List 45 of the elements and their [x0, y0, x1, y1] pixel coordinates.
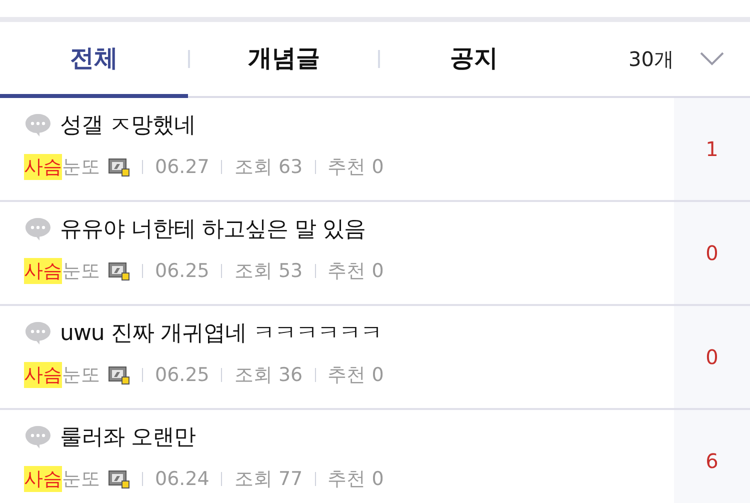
speech-bubble-icon [24, 425, 52, 449]
highlighted-author-text: 사슴 [24, 466, 62, 492]
chevron-down-icon [700, 52, 724, 66]
speech-bubble-icon [24, 217, 52, 241]
post-date: 06.25 [155, 364, 210, 386]
post-date: 06.24 [155, 468, 210, 490]
post-title: 성갤 ㅈ망했네 [60, 112, 196, 140]
comment-count: 1 [706, 137, 718, 161]
comment-count: 6 [706, 449, 718, 473]
highlighted-author-text: 사슴 [24, 362, 62, 388]
recommend-count: 추천 0 [328, 467, 384, 492]
post-title: 룰러좌 오랜만 [60, 424, 196, 452]
category-tab[interactable]: 개념글 [190, 22, 378, 98]
view-count: 조회 36 [234, 363, 303, 388]
category-tab[interactable]: 공지 [380, 22, 568, 98]
view-count: 조회 53 [234, 259, 303, 284]
post-item[interactable]: 성갤 ㅈ망했네 사슴눈또 06.27 조회 63 추천 0 [0, 98, 674, 200]
author-name: 눈또 [62, 363, 100, 388]
author-name: 눈또 [62, 467, 100, 492]
author-name: 눈또 [62, 155, 100, 180]
post-item[interactable]: 룰러좌 오랜만 사슴눈또 06.24 조회 77 추천 0 [0, 410, 674, 503]
user-badge-icon [108, 157, 130, 177]
recommend-count: 추천 0 [328, 259, 384, 284]
post-item[interactable]: uwu 진짜 개귀엽네 ㅋㅋㅋㅋㅋㅋ 사슴눈또 06.25 조회 36 추천 0 [0, 306, 674, 408]
post-title: uwu 진짜 개귀엽네 ㅋㅋㅋㅋㅋㅋ [60, 320, 382, 348]
comment-count: 0 [706, 345, 718, 369]
user-badge-icon [108, 261, 130, 281]
highlighted-author-text: 사슴 [24, 154, 62, 180]
author-name: 눈또 [62, 259, 100, 284]
post-date: 06.25 [155, 260, 210, 282]
category-tab[interactable]: 전체 [0, 22, 188, 98]
post-title: 유유야 너한테 하고싶은 말 있음 [60, 216, 366, 244]
user-badge-icon [108, 365, 130, 385]
post-item[interactable]: 유유야 너한테 하고싶은 말 있음 사슴눈또 06.25 조회 53 추천 0 [0, 202, 674, 304]
highlighted-author-text: 사슴 [24, 258, 62, 284]
post-count: 30개 [628, 46, 674, 72]
view-count: 조회 63 [234, 155, 303, 180]
recommend-count: 추천 0 [328, 155, 384, 180]
recommend-count: 추천 0 [328, 363, 384, 388]
speech-bubble-icon [24, 321, 52, 345]
view-count: 조회 77 [234, 467, 303, 492]
user-badge-icon [108, 469, 130, 489]
speech-bubble-icon [24, 113, 52, 137]
post-date: 06.27 [155, 156, 210, 178]
comment-count: 0 [706, 241, 718, 265]
